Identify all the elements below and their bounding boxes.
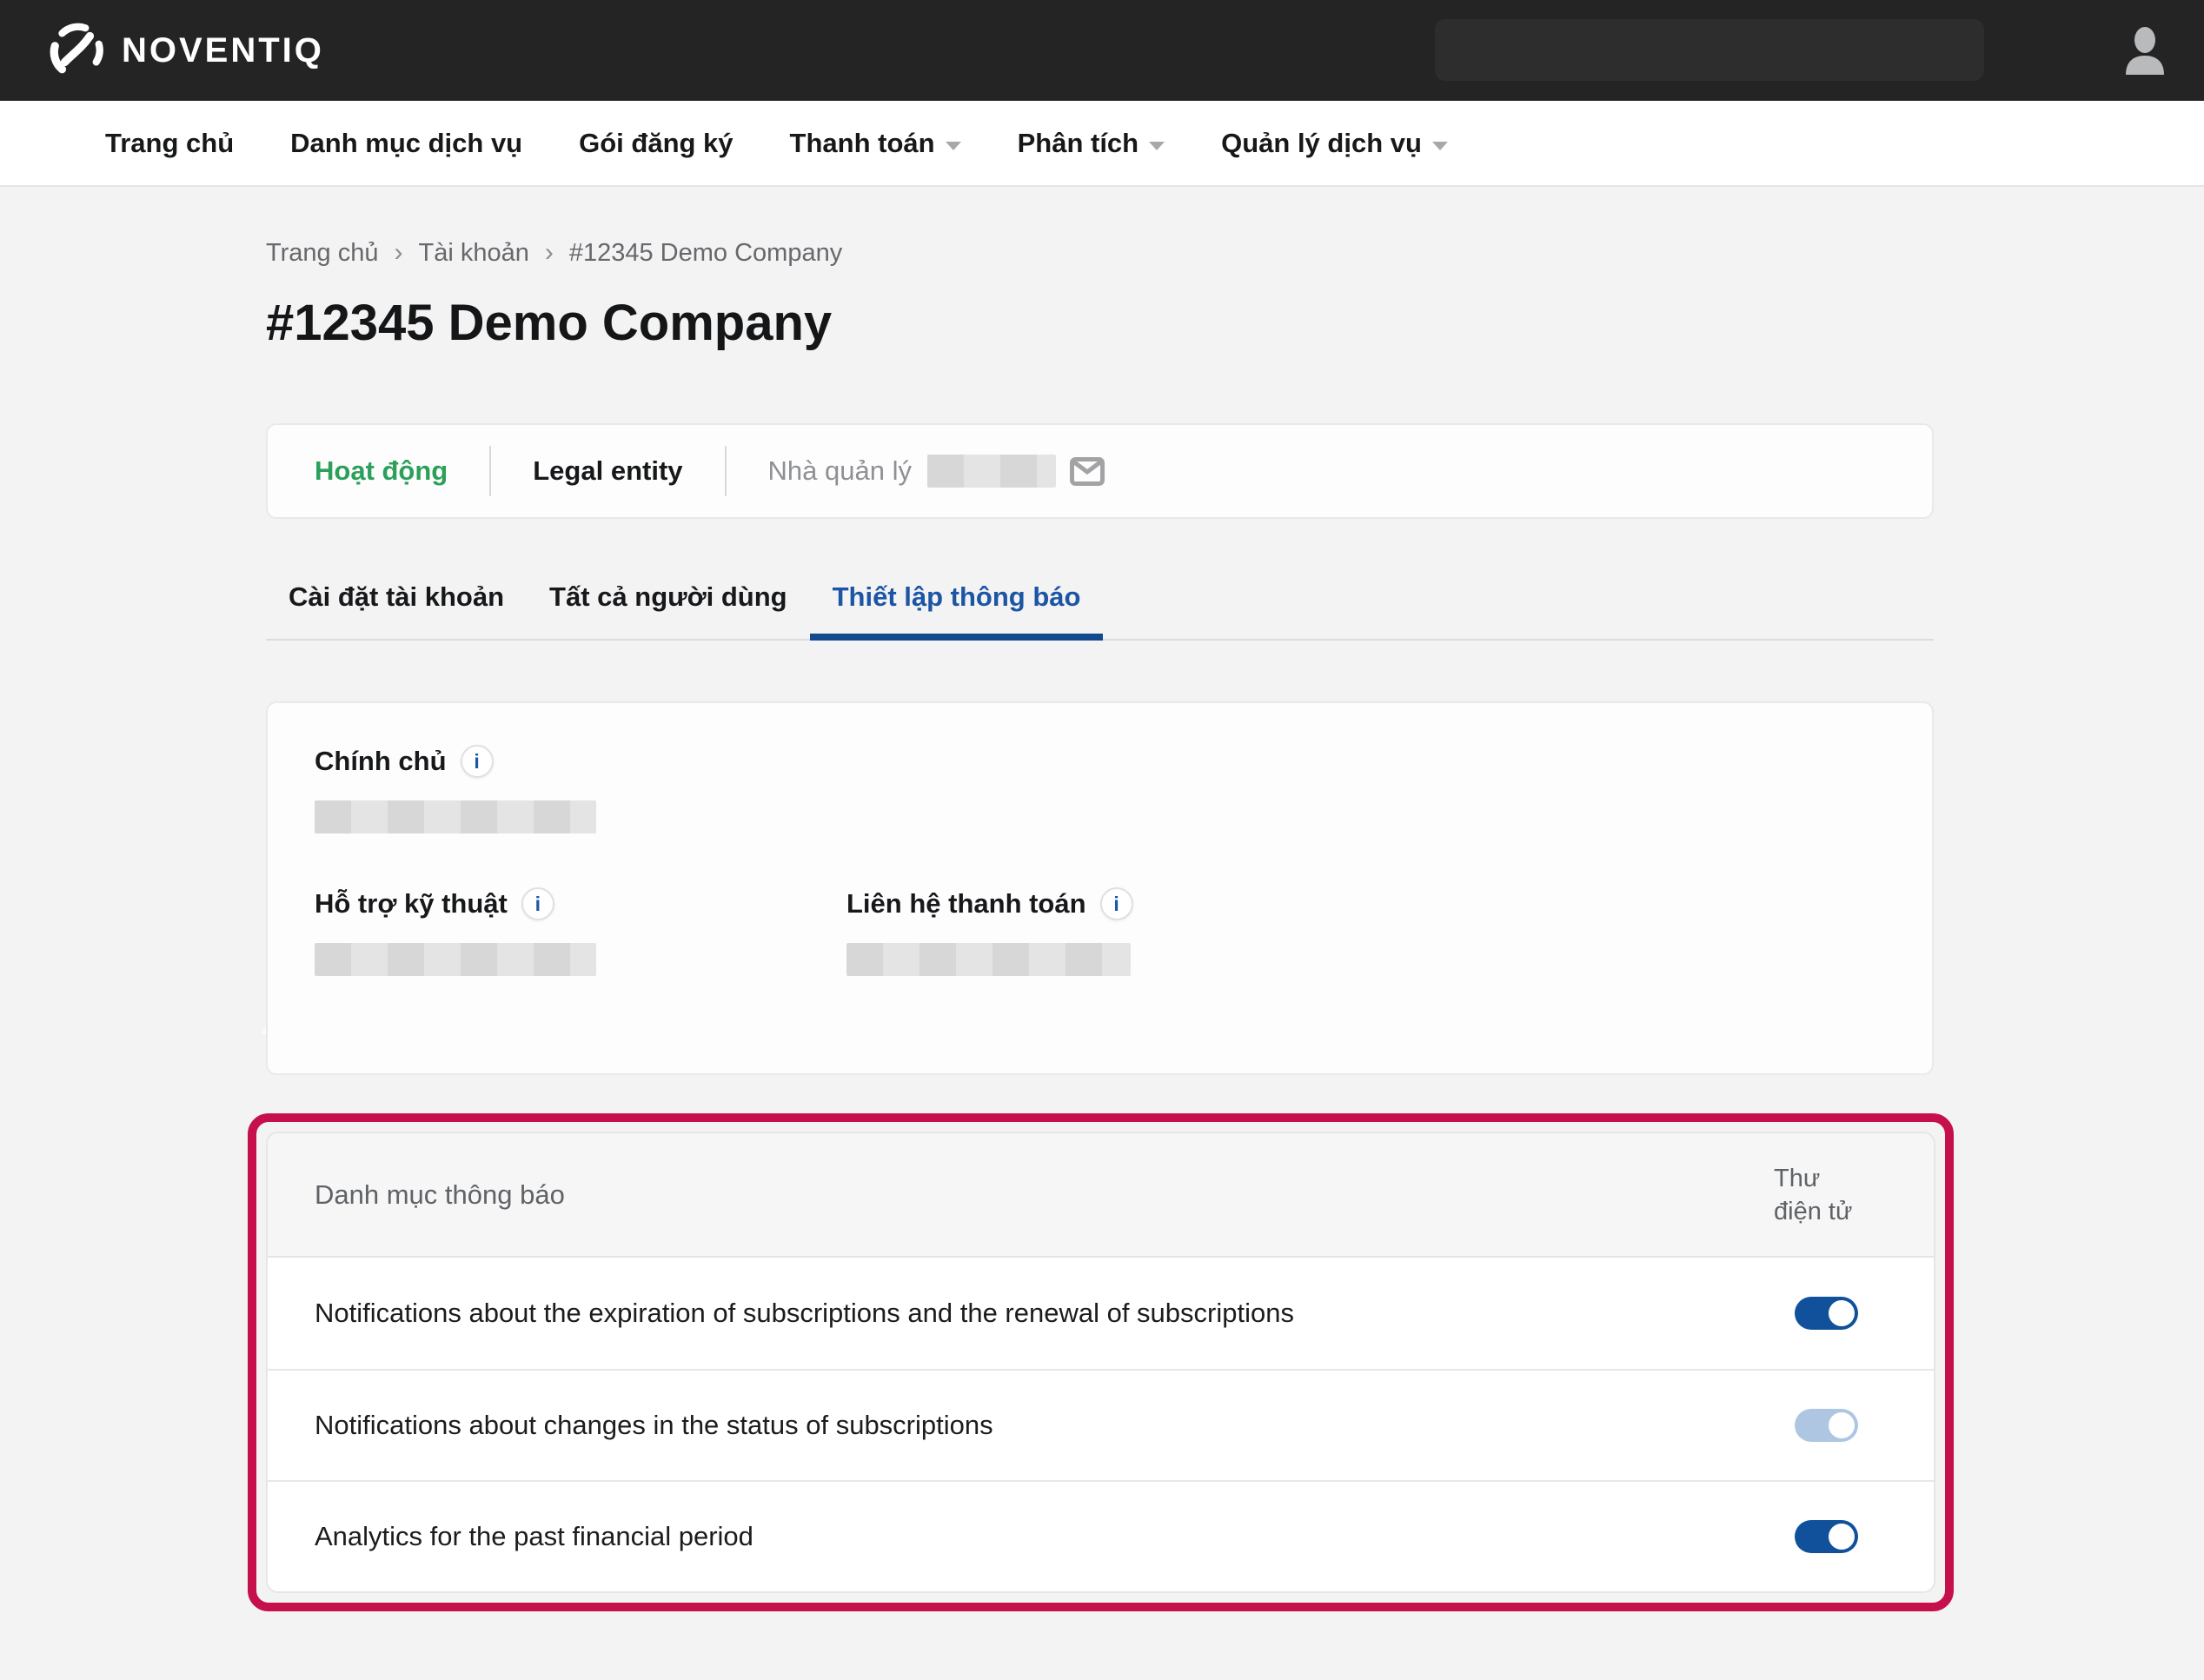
chevron-down-icon [946,142,961,150]
tab-notification-settings[interactable]: Thiết lập thông báo [810,578,1104,639]
notification-row-label: Analytics for the past financial period [315,1521,753,1552]
nav-item-service-catalog[interactable]: Danh mục dịch vụ [290,128,522,159]
nav-item-service-management[interactable]: Quản lý dịch vụ [1221,128,1448,159]
tab-account-settings[interactable]: Cài đặt tài khoản [266,578,527,639]
notification-row-expiration: Notifications about the expiration of su… [268,1258,1934,1369]
billing-contact-label: Liên hệ thanh toán i [846,887,1885,920]
nav-item-subscriptions[interactable]: Gói đăng ký [579,128,733,159]
noventiq-mark-icon [49,22,106,79]
notification-row-label: Notifications about the expiration of su… [315,1298,1294,1329]
nav-item-billing[interactable]: Thanh toán [790,128,961,159]
legal-entity-label: Legal entity [533,455,682,487]
user-menu-button[interactable] [2117,23,2173,78]
breadcrumb-separator: › [395,236,403,270]
notification-table-header: Danh mục thông báo Thư điện tử [268,1133,1934,1258]
info-icon[interactable]: i [1100,887,1133,920]
billing-contact-redacted [846,943,1131,976]
notification-row-status-changes: Notifications about changes in the statu… [268,1369,1934,1480]
nav-item-analytics[interactable]: Phân tích [1018,128,1165,159]
email-column-header: Thư điện tử [1774,1162,1869,1228]
email-toggle[interactable] [1795,1409,1858,1442]
top-header: NOVENTIQ [0,0,2204,101]
info-icon[interactable]: i [461,745,494,778]
logo[interactable]: NOVENTIQ [49,22,324,79]
breadcrumb: Trang chủ › Tài khoản › #12345 Demo Comp… [266,236,2204,270]
status-active-label: Hoạt động [315,455,448,487]
breadcrumb-accounts[interactable]: Tài khoản [419,236,529,270]
category-column-header: Danh mục thông báo [315,1179,565,1211]
person-icon [2122,26,2167,75]
primary-contact-label: Chính chủ i [315,745,1885,778]
main-nav: Trang chủ Danh mục dịch vụ Gói đăng ký T… [0,101,2204,187]
divider [489,446,491,496]
tech-support-label: Hỗ trợ kỹ thuật i [315,887,846,920]
email-toggle[interactable] [1795,1297,1858,1330]
main-content: Trang chủ › Tài khoản › #12345 Demo Comp… [0,236,2204,1611]
notification-row-label: Notifications about changes in the statu… [315,1410,993,1441]
chevron-down-icon [1432,142,1448,150]
primary-contact-redacted [315,800,596,833]
info-icon[interactable]: i [521,887,554,920]
contacts-card: Chính chủ i Hỗ trợ kỹ thuật i Liên hệ th… [266,701,1934,1075]
nav-item-home[interactable]: Trang chủ [105,128,234,159]
breadcrumb-home[interactable]: Trang chủ [266,236,379,270]
tab-all-users[interactable]: Tất cả người dùng [527,578,810,639]
account-tabs: Cài đặt tài khoản Tất cả người dùng Thiế… [266,578,1934,641]
divider [725,446,727,496]
email-toggle[interactable] [1795,1520,1858,1553]
header-search-input[interactable] [1435,19,1984,81]
manager-name-redacted [927,455,1056,488]
account-status-card: Hoạt động Legal entity Nhà quản lý [266,423,1934,519]
chevron-down-icon [1149,142,1165,150]
manager-label: Nhà quản lý [768,455,912,487]
logo-text: NOVENTIQ [122,31,324,70]
tech-support-redacted [315,943,596,976]
notification-row-analytics: Analytics for the past financial period [268,1480,1934,1591]
email-envelope-icon[interactable] [1070,457,1105,486]
notification-settings-card: Danh mục thông báo Thư điện tử Notificat… [266,1132,1935,1593]
page: NOVENTIQ Trang chủ Danh mục dịch vụ Gói … [0,0,2204,1680]
breadcrumb-separator: › [545,236,554,270]
highlight-annotation: Danh mục thông báo Thư điện tử Notificat… [248,1113,1954,1611]
breadcrumb-current: #12345 Demo Company [569,236,842,270]
page-title: #12345 Demo Company [266,291,2204,355]
